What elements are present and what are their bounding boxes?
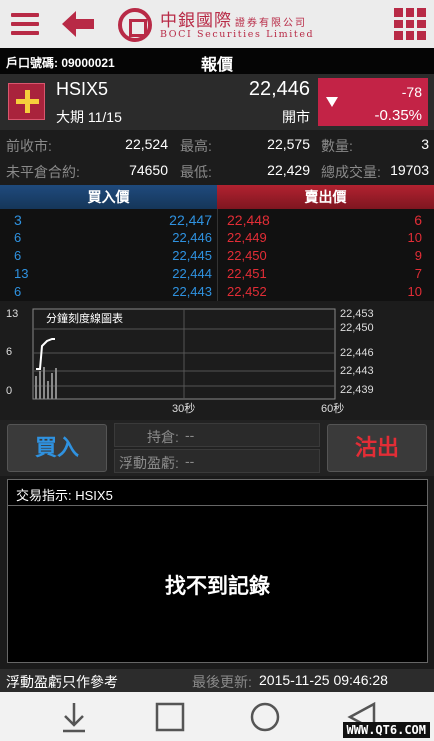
logo-chinese: 中銀國際 證券有限公司 [160, 11, 307, 31]
high-value: 22,575 [267, 136, 310, 152]
watermark: WWW.QT6.COM [342, 722, 430, 738]
tick-chart[interactable]: 分鐘刻度線圖表 13 6 0 22,453 22,450 22,446 22,4… [0, 301, 434, 420]
orders-panel: 交易指示: HSIX5 找不到記錄 [7, 479, 428, 663]
low-value: 22,429 [267, 162, 310, 178]
volume-label: 總成交量: [321, 164, 381, 180]
add-watchlist-button[interactable] [8, 83, 45, 120]
ask-price: 22,449 [227, 230, 267, 245]
boci-logo: 中銀國際 證券有限公司 BOCI Securities Limited [118, 6, 328, 44]
ask-price: 22,452 [227, 284, 267, 299]
last-updated-time: 2015-11-25 09:46:28 [259, 672, 388, 688]
bid-price: 22,445 [172, 248, 212, 263]
ask-qty: 7 [414, 266, 422, 281]
qty-label: 數量: [321, 138, 353, 154]
bid-qty: 6 [14, 284, 22, 299]
trade-actions: 買入 持倉: -- 浮動盈虧: -- 沽出 [0, 420, 434, 476]
time-tick: 30秒 [172, 403, 196, 415]
system-nav-bar: WWW.QT6.COM [0, 692, 434, 741]
download-icon[interactable] [54, 700, 94, 734]
bid-qty: 6 [14, 230, 22, 245]
high-label: 最高: [180, 138, 212, 154]
price-tick: 22,446 [340, 347, 374, 359]
logo-english: BOCI Securities Limited [160, 29, 315, 40]
buy-button[interactable]: 買入 [7, 424, 107, 472]
change-box: -78 -0.35% [318, 78, 428, 126]
bid-header: 買入價 [0, 185, 217, 209]
pnl-field: 浮動盈虧: -- [114, 449, 320, 473]
ask-qty: 6 [414, 212, 422, 228]
open-interest-value: 74650 [129, 162, 168, 178]
empty-message: 找不到記錄 [165, 575, 270, 598]
sell-button[interactable]: 沽出 [327, 424, 427, 472]
contract-name: 大期 11/15 [56, 109, 122, 125]
ask-price: 22,448 [227, 212, 270, 228]
price-tick: 22,439 [340, 384, 374, 396]
boci-logo-mark [118, 8, 152, 42]
back-arrow-icon[interactable] [58, 8, 98, 40]
vol-tick: 6 [6, 346, 13, 358]
app-header: 中銀國際 證券有限公司 BOCI Securities Limited [0, 0, 434, 48]
bid-price: 22,444 [172, 266, 212, 281]
title-bar: 報價 戶口號碼: 09000021 [0, 48, 434, 74]
ask-qty: 10 [407, 284, 422, 299]
bid-qty: 3 [14, 212, 22, 228]
last-updated-label: 最後更新: [192, 674, 252, 690]
down-arrow-icon [326, 97, 338, 107]
ask-qty: 10 [407, 230, 422, 245]
volume-value: 19703 [390, 162, 429, 178]
bid-price: 22,447 [169, 212, 212, 228]
time-tick: 60秒 [321, 403, 345, 415]
ask-price: 22,450 [227, 248, 267, 263]
open-interest-label: 未平倉合約: [6, 164, 80, 180]
vol-tick: 13 [6, 308, 19, 320]
holding-field: 持倉: -- [114, 423, 320, 447]
prev-close-label: 前收市: [6, 138, 52, 154]
price-tick: 22,450 [340, 322, 374, 334]
stats-panel: 前收市: 22,524 最高: 22,575 數量: 3 未平倉合約: 7465… [0, 130, 434, 185]
price-tick: 22,443 [340, 365, 374, 377]
ask-price: 22,451 [227, 266, 267, 281]
recents-square-icon[interactable] [150, 700, 190, 734]
pnl-value: -- [185, 453, 195, 469]
account-number: 戶口號碼: 09000021 [6, 56, 115, 70]
menu-icon[interactable] [8, 9, 42, 39]
qty-value: 3 [421, 136, 429, 152]
bid-qty: 13 [14, 266, 29, 281]
home-circle-icon[interactable] [245, 700, 285, 734]
holding-value: -- [185, 427, 195, 443]
price-tick: 22,453 [340, 308, 374, 320]
depth-divider [217, 209, 218, 301]
price-change-percent: -0.35% [374, 107, 422, 124]
vol-tick: 0 [6, 385, 13, 397]
ask-qty: 9 [414, 248, 422, 263]
price-change: -78 [401, 84, 422, 100]
orders-title: 交易指示: HSIX5 [8, 480, 427, 506]
apps-grid-icon[interactable] [394, 8, 426, 40]
bid-price: 22,446 [172, 230, 212, 245]
footer-bar: 浮動盈虧只作參考 最後更新: 2015-11-25 09:46:28 [0, 669, 434, 692]
symbol: HSIX5 [56, 79, 109, 99]
prev-close-value: 22,524 [125, 136, 168, 152]
pnl-note: 浮動盈虧只作參考 [6, 674, 118, 690]
pnl-label: 浮動盈虧: [119, 455, 179, 471]
holding-label: 持倉: [147, 429, 179, 445]
quote-panel: HSIX5 大期 11/15 22,446 開市 -78 -0.35% [0, 74, 434, 130]
last-price: 22,446 [248, 78, 310, 100]
bid-price: 22,443 [172, 284, 212, 299]
bid-qty: 6 [14, 248, 22, 263]
market-status: 開市 [282, 109, 310, 125]
low-label: 最低: [180, 164, 212, 180]
ask-header: 賣出價 [217, 185, 434, 209]
chart-title: 分鐘刻度線圖表 [46, 313, 123, 325]
